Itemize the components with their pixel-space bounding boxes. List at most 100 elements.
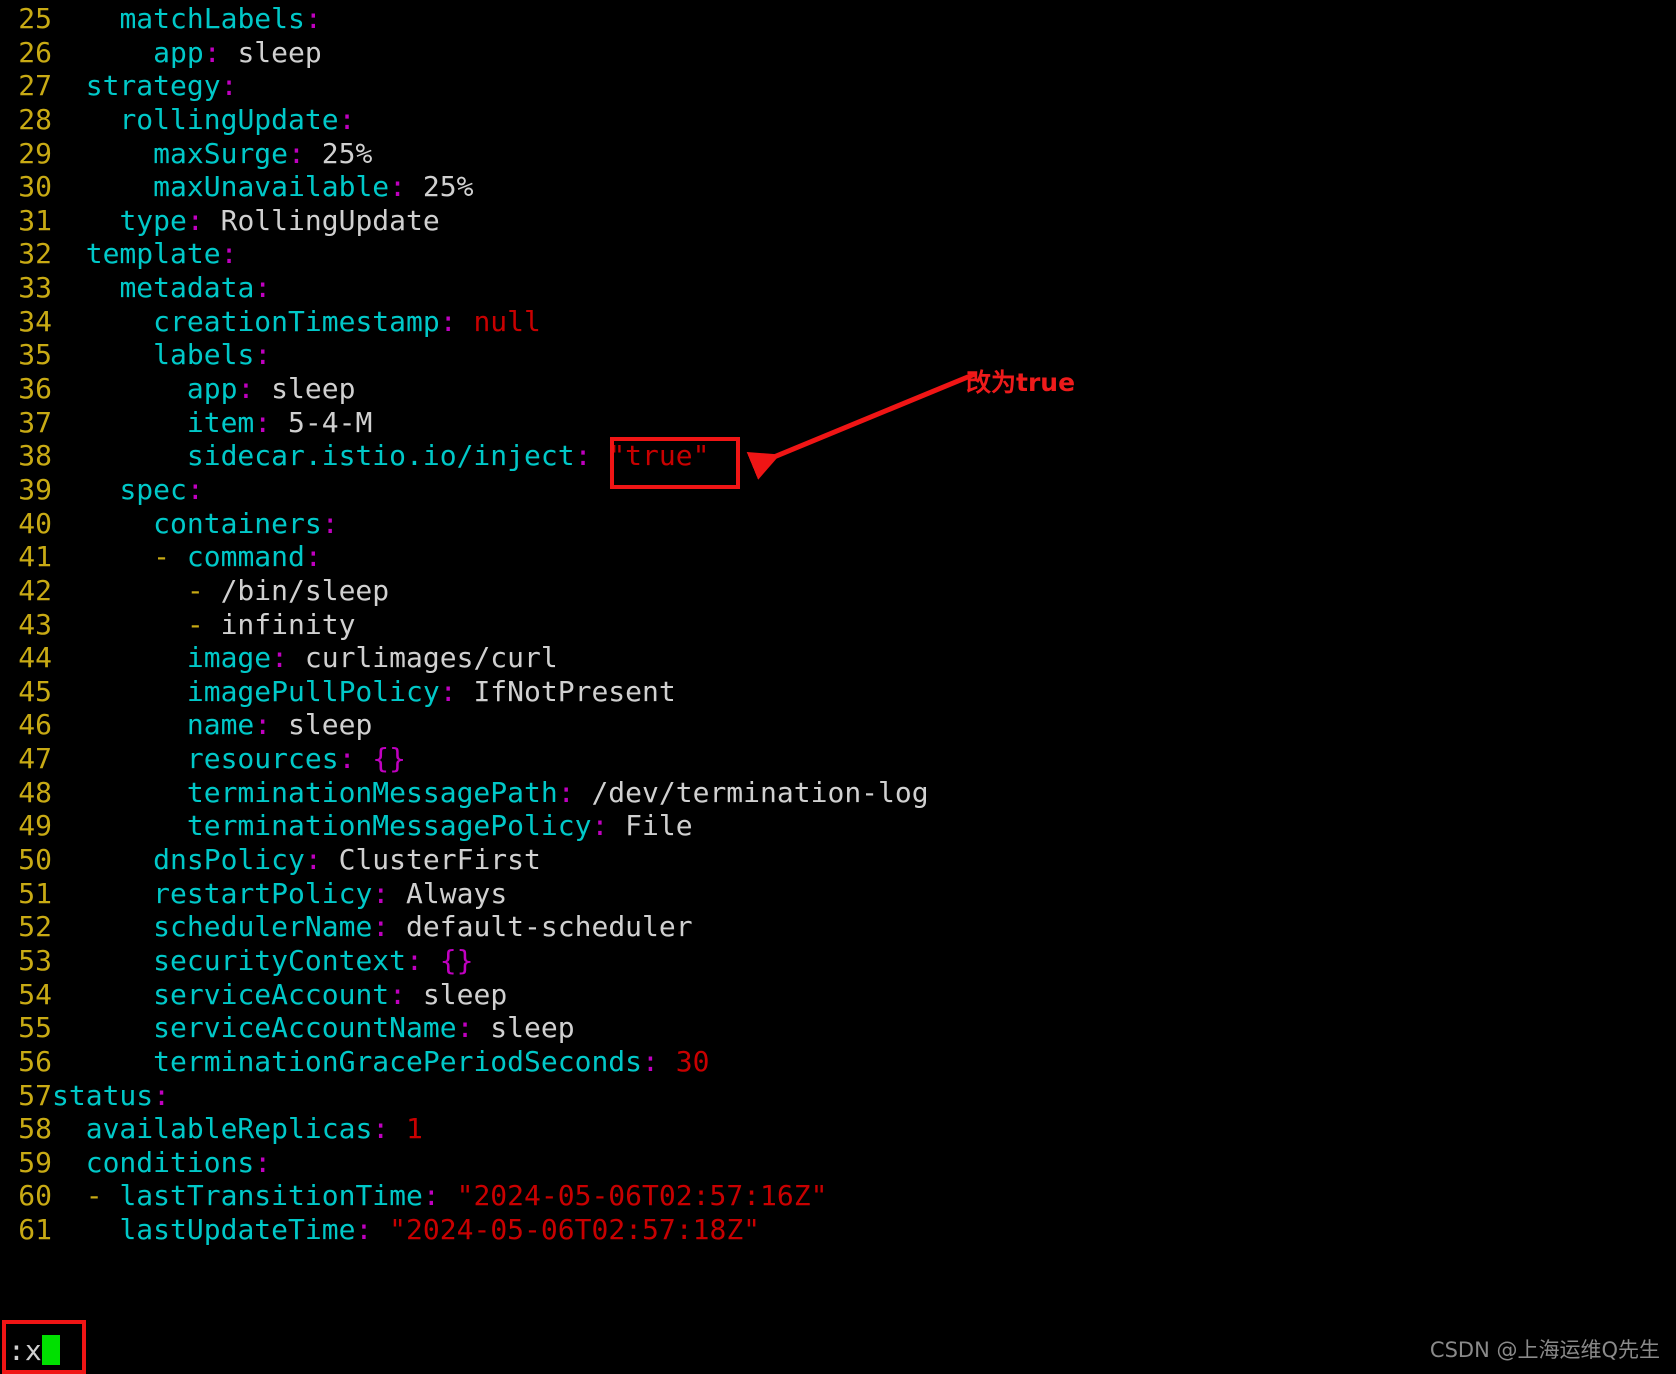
code-token: item xyxy=(186,405,255,439)
code-line[interactable]: 55 serviceAccountName: sleep xyxy=(0,1011,1676,1045)
code-token: terminationGracePeriodSeconds xyxy=(153,1044,643,1078)
code-token: : xyxy=(304,540,322,574)
code-line[interactable]: 43 - infinity xyxy=(0,608,1676,642)
code-token: - xyxy=(85,1179,103,1213)
code-line[interactable]: 52 schedulerName: default-scheduler xyxy=(0,910,1676,944)
code-line[interactable]: 45 imagePullPolicy: IfNotPresent xyxy=(0,675,1676,709)
code-line-text: template: xyxy=(52,237,238,271)
code-line-text: status: xyxy=(52,1079,170,1112)
code-token: type xyxy=(119,203,187,237)
code-line[interactable]: 26 app: sleep xyxy=(0,36,1676,70)
code-token: serviceAccountName xyxy=(153,1011,457,1045)
code-line[interactable]: 51 restartPolicy: Always xyxy=(0,877,1676,911)
code-token: imagePullPolicy xyxy=(186,674,440,708)
code-token: : xyxy=(372,910,390,944)
line-number: 54 xyxy=(18,977,52,1011)
line-number: 43 xyxy=(18,607,52,641)
code-line[interactable]: 60 - lastTransitionTime: "2024-05-06T02:… xyxy=(0,1179,1676,1213)
code-line[interactable]: 50 dnsPolicy: ClusterFirst xyxy=(0,843,1676,877)
code-line-text: image: curlimages/curl xyxy=(52,641,558,674)
code-token: /dev/termination-log xyxy=(574,775,929,809)
code-token: terminationMessagePath xyxy=(186,775,558,809)
vim-code-buffer[interactable]: 25 matchLabels: 26 app: sleep 27 strategy:… xyxy=(0,2,1676,1247)
code-token: : xyxy=(304,843,322,877)
code-token: image xyxy=(186,641,272,675)
code-token: infinity xyxy=(203,607,356,641)
code-token: name xyxy=(186,708,255,742)
code-line[interactable]: 29 maxSurge: 25% xyxy=(0,137,1676,171)
code-token: : xyxy=(372,876,390,910)
code-line[interactable]: 53 securityContext: {} xyxy=(0,944,1676,978)
code-token: IfNotPresent xyxy=(456,674,676,708)
code-line[interactable]: 30 maxUnavailable: 25% xyxy=(0,170,1676,204)
code-line[interactable]: 46 name: sleep xyxy=(0,708,1676,742)
line-number: 47 xyxy=(18,742,52,776)
code-line[interactable]: 56 terminationGracePeriodSeconds: 30 xyxy=(0,1045,1676,1079)
code-line[interactable]: 28 rollingUpdate: xyxy=(0,103,1676,137)
code-line[interactable]: 33 metadata: xyxy=(0,271,1676,305)
line-number: 46 xyxy=(18,708,52,742)
code-line[interactable]: 41 - command: xyxy=(0,540,1676,574)
code-line-text: terminationGracePeriodSeconds: 30 xyxy=(52,1045,709,1078)
code-line[interactable]: 37 item: 5-4-M xyxy=(0,406,1676,440)
line-number: 37 xyxy=(18,405,52,439)
line-number: 55 xyxy=(18,1011,52,1045)
line-number: 27 xyxy=(18,69,52,103)
vim-command-line[interactable]: :x xyxy=(0,1332,60,1370)
code-token: sidecar.istio.io/inject xyxy=(186,439,575,473)
code-line[interactable]: 47 resources: {} xyxy=(0,742,1676,776)
code-line-text: spec: xyxy=(52,473,203,506)
code-token: 25% xyxy=(304,136,373,170)
code-line-text: conditions: xyxy=(52,1146,271,1179)
line-number: 33 xyxy=(18,271,52,305)
line-number: 48 xyxy=(18,775,52,809)
code-line[interactable]: 54 serviceAccount: sleep xyxy=(0,978,1676,1012)
code-token: RollingUpdate xyxy=(203,203,440,237)
code-token: serviceAccount xyxy=(153,977,390,1011)
code-line[interactable]: 34 creationTimestamp: null xyxy=(0,305,1676,339)
line-number: 34 xyxy=(18,304,52,338)
code-line[interactable]: 27 strategy: xyxy=(0,69,1676,103)
code-line[interactable]: 36 app: sleep xyxy=(0,372,1676,406)
code-line[interactable]: 58 availableReplicas: 1 xyxy=(0,1112,1676,1146)
code-line-text: labels: xyxy=(52,338,271,371)
code-line[interactable]: 39 spec: xyxy=(0,473,1676,507)
code-line-text: terminationMessagePath: /dev/termination… xyxy=(52,776,929,809)
code-token: maxUnavailable xyxy=(153,170,390,204)
code-token: : xyxy=(220,237,238,271)
code-line[interactable]: 48 terminationMessagePath: /dev/terminat… xyxy=(0,776,1676,810)
code-line[interactable]: 32 template: xyxy=(0,237,1676,271)
code-line[interactable]: 61 lastUpdateTime: "2024-05-06T02:57:18Z… xyxy=(0,1213,1676,1247)
code-token: rollingUpdate xyxy=(119,102,339,136)
code-line[interactable]: 35 labels: xyxy=(0,338,1676,372)
code-line[interactable]: 57status: xyxy=(0,1079,1676,1113)
code-line[interactable]: 42 - /bin/sleep xyxy=(0,574,1676,608)
code-line[interactable]: 38 sidecar.istio.io/inject: "true" xyxy=(0,439,1676,473)
code-token: : xyxy=(203,35,221,69)
code-line[interactable]: 59 conditions: xyxy=(0,1146,1676,1180)
code-token: : xyxy=(321,506,339,540)
code-line[interactable]: 31 type: RollingUpdate xyxy=(0,204,1676,238)
code-line[interactable]: 49 terminationMessagePolicy: File xyxy=(0,809,1676,843)
code-line-text: schedulerName: default-scheduler xyxy=(52,910,692,944)
code-line[interactable]: 44 image: curlimages/curl xyxy=(0,641,1676,675)
code-line-text: metadata: xyxy=(52,271,271,304)
code-line-text: - command: xyxy=(52,540,322,573)
code-line[interactable]: 40 containers: xyxy=(0,507,1676,541)
code-token: status xyxy=(52,1078,154,1112)
code-line[interactable]: 25 matchLabels: xyxy=(0,2,1676,36)
